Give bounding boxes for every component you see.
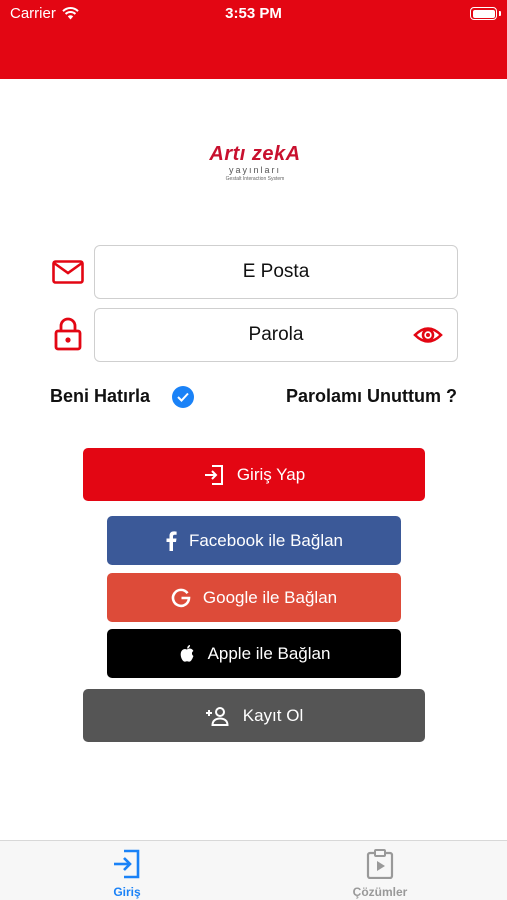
logo-main-text: Artı zekA (209, 143, 301, 165)
login-icon (203, 464, 225, 486)
tab-solutions[interactable]: Çözümler (335, 847, 425, 899)
apple-button-label: Apple ile Bağlan (207, 643, 331, 663)
google-button-label: Google ile Bağlan (202, 587, 338, 607)
solutions-icon (365, 847, 395, 881)
email-field[interactable]: E Posta (94, 245, 458, 299)
tab-bar: Giriş Çözümler (0, 840, 507, 900)
header-bar: Carrier 3:53 PM (0, 0, 507, 79)
google-icon (171, 588, 191, 608)
brand-logo: Artı zekA yayınları Gestalt Interaction … (200, 143, 310, 191)
facebook-button-label: Facebook ile Bağlan (188, 530, 344, 550)
password-field[interactable]: Parola (94, 308, 458, 362)
battery-icon (470, 7, 497, 20)
password-placeholder: Parola (248, 324, 304, 345)
tab-login[interactable]: Giriş (82, 847, 172, 899)
email-placeholder: E Posta (242, 261, 310, 282)
logo-sub-text: yayınları (228, 165, 281, 175)
add-user-icon (205, 706, 231, 726)
login-button-label: Giriş Yap (236, 464, 306, 484)
remember-me-checkbox[interactable] (172, 386, 194, 408)
login-button[interactable]: Giriş Yap (83, 448, 425, 501)
facebook-login-button[interactable]: Facebook ile Bağlan (107, 516, 401, 565)
facebook-icon (165, 530, 177, 551)
show-password-icon[interactable] (413, 322, 443, 348)
apple-login-button[interactable]: Apple ile Bağlan (107, 629, 401, 678)
login-icon (112, 847, 142, 881)
login-screen: Carrier 3:53 PM Artı zekA yayınları Gest… (0, 0, 507, 900)
lock-icon (50, 316, 86, 352)
tab-solutions-label: Çözümler (352, 885, 408, 899)
forgot-password-link[interactable]: Parolamı Unuttum ? (286, 386, 457, 407)
tab-login-label: Giriş (113, 885, 141, 899)
battery-tip (499, 11, 501, 16)
mail-icon (50, 254, 86, 290)
google-login-button[interactable]: Google ile Bağlan (107, 573, 401, 622)
status-bar: Carrier 3:53 PM (0, 0, 507, 28)
checkmark-icon (177, 392, 189, 402)
register-button-label: Kayıt Ol (242, 705, 304, 725)
logo-tagline: Gestalt Interaction System (225, 176, 285, 182)
remember-me-label: Beni Hatırla (50, 386, 151, 406)
status-time: 3:53 PM (225, 5, 282, 22)
register-button[interactable]: Kayıt Ol (83, 689, 425, 742)
apple-icon (178, 644, 196, 664)
